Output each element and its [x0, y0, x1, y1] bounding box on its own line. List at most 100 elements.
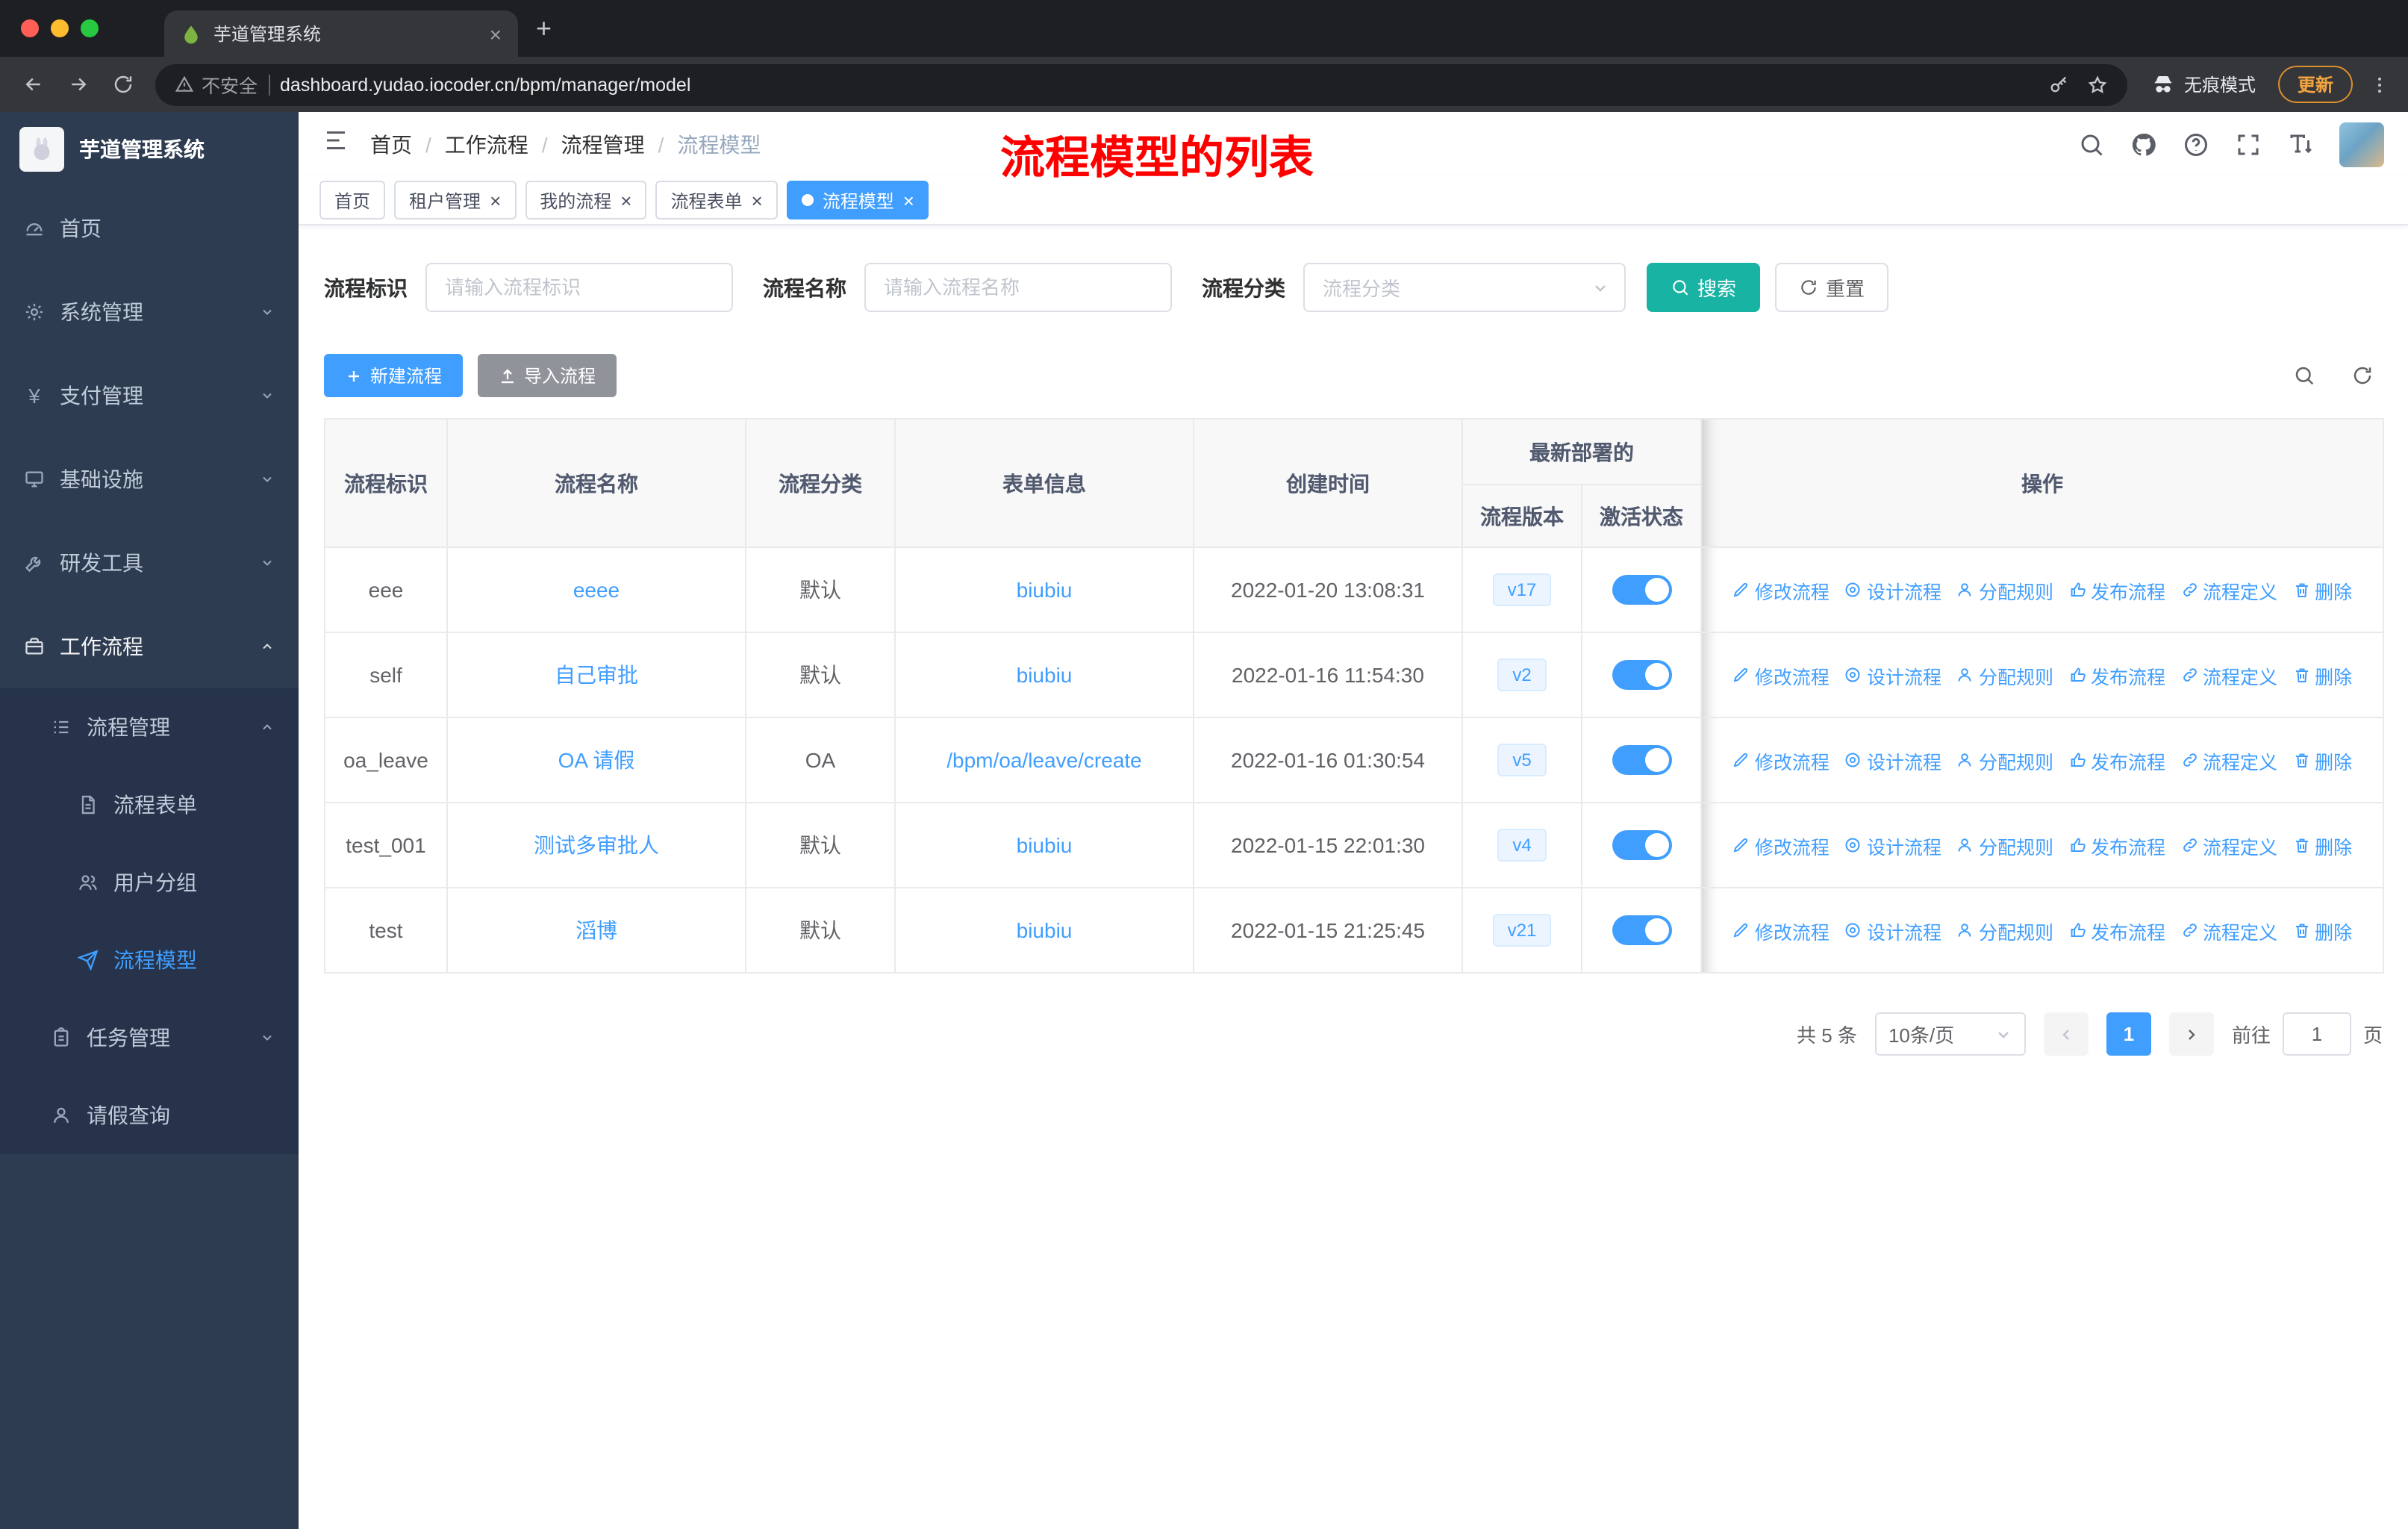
tab-tag[interactable]: 首页: [319, 181, 386, 219]
next-page-button[interactable]: [2168, 1012, 2214, 1056]
breadcrumb-item[interactable]: 流程管理: [561, 129, 645, 159]
assign-rule-link[interactable]: 分配规则: [1956, 661, 2053, 689]
process-name-link[interactable]: OA 请假: [558, 748, 635, 772]
breadcrumb-item[interactable]: 首页: [370, 129, 412, 159]
sidebar-item[interactable]: 任务管理: [0, 999, 299, 1077]
github-icon[interactable]: [2130, 131, 2157, 158]
sidebar-item[interactable]: 用户分组: [0, 844, 299, 921]
address-bar[interactable]: 不安全 dashboard.yudao.iocoder.cn/bpm/manag…: [155, 63, 2127, 105]
table-zoom-icon[interactable]: [2293, 364, 2315, 387]
font-size-icon[interactable]: [2287, 131, 2314, 158]
new-tab-button[interactable]: +: [536, 15, 552, 42]
publish-process-link[interactable]: 发布流程: [2068, 746, 2165, 774]
help-icon[interactable]: [2183, 131, 2209, 158]
active-toggle[interactable]: [1612, 575, 1671, 605]
browser-tab[interactable]: 芋道管理系统 ×: [164, 10, 518, 57]
sidebar-item[interactable]: 流程表单: [0, 766, 299, 844]
active-toggle[interactable]: [1612, 830, 1671, 860]
sidebar-item[interactable]: 请假查询: [0, 1077, 299, 1154]
delete-link[interactable]: 删除: [2292, 916, 2352, 944]
process-definition-link[interactable]: 流程定义: [2180, 661, 2277, 689]
publish-process-link[interactable]: 发布流程: [2068, 831, 2165, 859]
form-link[interactable]: biubiu: [1017, 918, 1073, 942]
tag-close-icon[interactable]: ×: [620, 190, 631, 210]
process-definition-link[interactable]: 流程定义: [2180, 576, 2277, 604]
sidebar-item[interactable]: 流程管理: [0, 688, 299, 766]
form-link[interactable]: biubiu: [1017, 663, 1073, 687]
edit-process-link[interactable]: 修改流程: [1732, 576, 1830, 604]
form-link[interactable]: /bpm/oa/leave/create: [946, 748, 1142, 772]
back-button[interactable]: [12, 63, 54, 105]
form-link[interactable]: biubiu: [1017, 578, 1073, 602]
delete-link[interactable]: 删除: [2292, 576, 2352, 604]
active-toggle[interactable]: [1612, 660, 1671, 690]
edit-process-link[interactable]: 修改流程: [1732, 661, 1830, 689]
table-refresh-icon[interactable]: [2351, 364, 2374, 387]
sidebar-item[interactable]: 首页: [0, 187, 299, 270]
process-name-link[interactable]: 自己审批: [555, 663, 638, 687]
search-button[interactable]: 搜索: [1647, 263, 1761, 312]
form-link[interactable]: biubiu: [1017, 833, 1073, 857]
active-toggle[interactable]: [1612, 745, 1671, 775]
key-icon[interactable]: [2048, 74, 2069, 95]
tab-tag[interactable]: 我的流程 ×: [525, 181, 647, 219]
process-category-select[interactable]: 流程分类: [1303, 263, 1626, 312]
sidebar-item[interactable]: 工作流程: [0, 605, 299, 688]
security-status[interactable]: 不安全: [175, 70, 258, 99]
design-process-link[interactable]: 设计流程: [1844, 831, 1941, 859]
window-minimize-button[interactable]: [51, 19, 69, 37]
tab-tag[interactable]: 租户管理 ×: [394, 181, 517, 219]
user-avatar[interactable]: [2339, 122, 2384, 166]
bookmark-star-icon[interactable]: [2087, 74, 2108, 95]
fullscreen-icon[interactable]: [2235, 131, 2262, 158]
design-process-link[interactable]: 设计流程: [1844, 746, 1941, 774]
process-id-input[interactable]: [425, 263, 733, 312]
tag-close-icon[interactable]: ×: [490, 190, 501, 210]
sidebar-item[interactable]: ¥ 支付管理: [0, 354, 299, 437]
browser-menu-button[interactable]: [2363, 74, 2396, 95]
assign-rule-link[interactable]: 分配规则: [1956, 746, 2053, 774]
process-definition-link[interactable]: 流程定义: [2180, 916, 2277, 944]
edit-process-link[interactable]: 修改流程: [1732, 831, 1830, 859]
window-zoom-button[interactable]: [81, 19, 99, 37]
create-process-button[interactable]: 新建流程: [324, 354, 464, 397]
process-name-input[interactable]: [864, 263, 1172, 312]
assign-rule-link[interactable]: 分配规则: [1956, 831, 2053, 859]
sidebar-item[interactable]: 研发工具: [0, 521, 299, 605]
delete-link[interactable]: 删除: [2292, 661, 2352, 689]
process-definition-link[interactable]: 流程定义: [2180, 831, 2277, 859]
page-size-select[interactable]: 10条/页: [1874, 1012, 2026, 1056]
current-page-button[interactable]: 1: [2106, 1012, 2151, 1056]
publish-process-link[interactable]: 发布流程: [2068, 661, 2165, 689]
sidebar-item[interactable]: 系统管理: [0, 270, 299, 354]
tag-close-icon[interactable]: ×: [903, 190, 914, 210]
sidebar-item[interactable]: 基础设施: [0, 437, 299, 521]
reload-button[interactable]: [102, 63, 143, 105]
search-icon[interactable]: [2078, 131, 2105, 158]
process-name-link[interactable]: eeee: [573, 578, 620, 602]
design-process-link[interactable]: 设计流程: [1844, 916, 1941, 944]
sidebar-collapse-button[interactable]: [322, 127, 349, 161]
design-process-link[interactable]: 设计流程: [1844, 576, 1941, 604]
window-close-button[interactable]: [21, 19, 39, 37]
reset-button[interactable]: 重置: [1775, 263, 1889, 312]
delete-link[interactable]: 删除: [2292, 831, 2352, 859]
prev-page-button[interactable]: [2043, 1012, 2089, 1056]
tab-tag[interactable]: 流程模型 ×: [786, 181, 929, 219]
forward-button[interactable]: [57, 63, 99, 105]
publish-process-link[interactable]: 发布流程: [2068, 576, 2165, 604]
process-name-link[interactable]: 滔博: [576, 918, 617, 942]
assign-rule-link[interactable]: 分配规则: [1956, 916, 2053, 944]
breadcrumb-item[interactable]: 工作流程: [445, 129, 528, 159]
goto-page-input[interactable]: [2282, 1012, 2351, 1056]
tag-close-icon[interactable]: ×: [752, 190, 763, 210]
active-toggle[interactable]: [1612, 915, 1671, 945]
design-process-link[interactable]: 设计流程: [1844, 661, 1941, 689]
tab-close-icon[interactable]: ×: [490, 23, 502, 44]
process-name-link[interactable]: 测试多审批人: [534, 833, 659, 857]
update-button[interactable]: 更新: [2277, 66, 2353, 103]
sidebar-item[interactable]: 流程模型: [0, 921, 299, 999]
tab-tag[interactable]: 流程表单 ×: [655, 181, 778, 219]
publish-process-link[interactable]: 发布流程: [2068, 916, 2165, 944]
assign-rule-link[interactable]: 分配规则: [1956, 576, 2053, 604]
